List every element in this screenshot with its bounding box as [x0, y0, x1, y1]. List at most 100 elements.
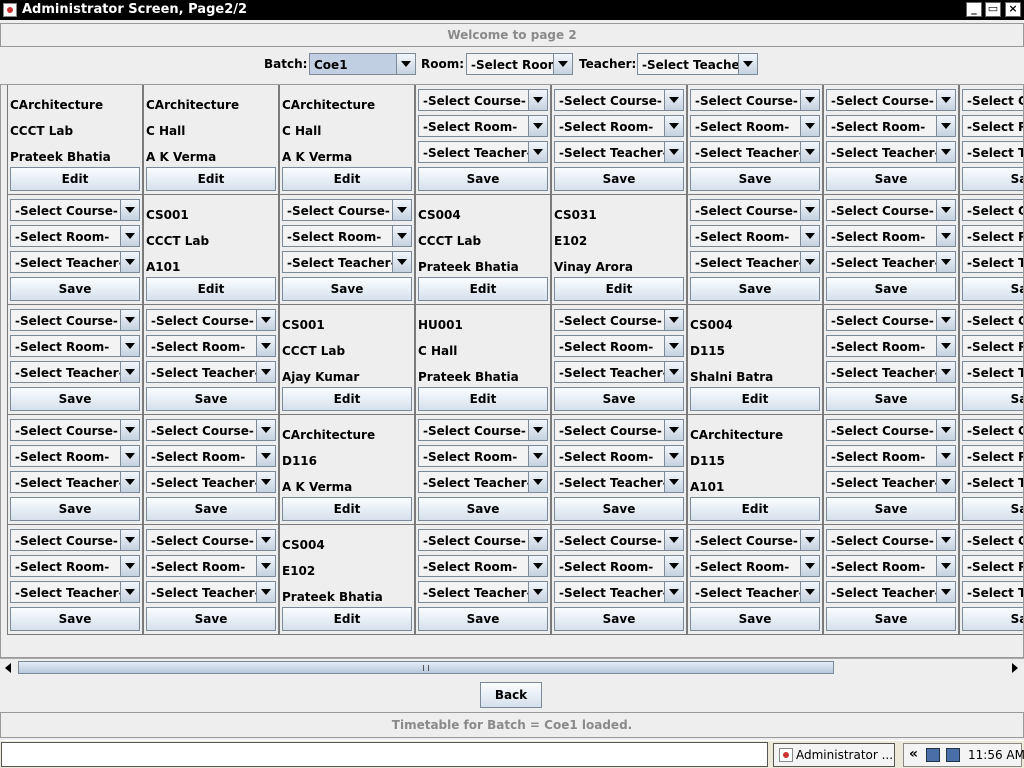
save-button[interactable]: Save [826, 387, 956, 411]
save-button[interactable]: Save [962, 607, 1023, 631]
edit-button[interactable]: Edit [282, 607, 412, 631]
room-combo[interactable]: -Select Room- [146, 555, 276, 577]
edit-button[interactable]: Edit [282, 167, 412, 191]
save-button[interactable]: Save [962, 497, 1023, 521]
chevron-down-icon[interactable] [528, 582, 547, 602]
course-combo[interactable]: -Select Course- [826, 419, 956, 441]
save-button[interactable]: Save [826, 497, 956, 521]
tray-expand-chevron[interactable]: « [909, 746, 918, 762]
course-combo[interactable]: -Select Course- [554, 89, 684, 111]
chevron-down-icon[interactable] [120, 472, 139, 492]
chevron-down-icon[interactable] [120, 582, 139, 602]
room-combo[interactable]: -Select Room- [282, 225, 412, 247]
chevron-down-icon[interactable] [800, 142, 819, 162]
teacher-combo[interactable]: -Select Teacher- [826, 581, 956, 603]
minimize-button[interactable]: _ [966, 2, 982, 17]
chevron-down-icon[interactable] [664, 90, 683, 110]
teacher-filter-combo[interactable]: -Select Teacher- [637, 53, 758, 75]
save-button[interactable]: Save [690, 607, 820, 631]
chevron-down-icon[interactable] [800, 226, 819, 246]
room-combo[interactable]: -Select Room- [418, 115, 548, 137]
room-combo[interactable]: -Select Room- [554, 555, 684, 577]
room-combo[interactable]: -Select Room- [10, 555, 140, 577]
close-button[interactable]: × [1005, 2, 1021, 17]
save-button[interactable]: Save [826, 167, 956, 191]
edit-button[interactable]: Edit [282, 387, 412, 411]
save-button[interactable]: Save [418, 497, 548, 521]
room-combo[interactable]: -Select Room- [554, 335, 684, 357]
chevron-down-icon[interactable] [392, 252, 411, 272]
course-combo[interactable]: -Select Course- [826, 199, 956, 221]
chevron-down-icon[interactable] [256, 556, 275, 576]
course-combo[interactable]: -Select Course- [962, 529, 1023, 551]
chevron-down-icon[interactable] [664, 362, 683, 382]
room-combo[interactable]: -Select Room- [826, 225, 956, 247]
save-button[interactable]: Save [554, 607, 684, 631]
edit-button[interactable]: Edit [418, 277, 548, 301]
room-combo[interactable]: -Select Room- [146, 335, 276, 357]
chevron-down-icon[interactable] [528, 472, 547, 492]
teacher-combo[interactable]: -Select Teacher- [962, 581, 1023, 603]
chevron-down-icon[interactable] [120, 336, 139, 356]
chevron-down-icon[interactable] [120, 226, 139, 246]
course-combo[interactable]: -Select Course- [826, 89, 956, 111]
chevron-down-icon[interactable] [120, 200, 139, 220]
save-button[interactable]: Save [10, 277, 140, 301]
chevron-down-icon[interactable] [120, 530, 139, 550]
room-filter-combo[interactable]: -Select Room- [466, 53, 573, 75]
chevron-down-icon[interactable] [528, 116, 547, 136]
save-button[interactable]: Save [418, 607, 548, 631]
chevron-down-icon[interactable] [256, 336, 275, 356]
chevron-down-icon[interactable] [738, 54, 757, 74]
scroll-right-arrow-icon[interactable] [1008, 661, 1022, 674]
chevron-down-icon[interactable] [664, 420, 683, 440]
save-button[interactable]: Save [282, 277, 412, 301]
chevron-down-icon[interactable] [664, 310, 683, 330]
course-combo[interactable]: -Select Course- [10, 419, 140, 441]
room-combo[interactable]: -Select Room- [10, 335, 140, 357]
course-combo[interactable]: -Select Course- [826, 529, 956, 551]
save-button[interactable]: Save [418, 167, 548, 191]
chevron-down-icon[interactable] [256, 582, 275, 602]
chevron-down-icon[interactable] [936, 252, 955, 272]
chevron-down-icon[interactable] [553, 54, 572, 74]
teacher-combo[interactable]: -Select Teacher- [554, 471, 684, 493]
chevron-down-icon[interactable] [528, 142, 547, 162]
chevron-down-icon[interactable] [528, 446, 547, 466]
room-combo[interactable]: -Select Room- [690, 115, 820, 137]
course-combo[interactable]: -Select Course- [554, 309, 684, 331]
edit-button[interactable]: Edit [690, 497, 820, 521]
chevron-down-icon[interactable] [664, 530, 683, 550]
teacher-combo[interactable]: -Select Teacher- [418, 141, 548, 163]
chevron-down-icon[interactable] [664, 472, 683, 492]
chevron-down-icon[interactable] [936, 200, 955, 220]
course-combo[interactable]: -Select Course- [282, 199, 412, 221]
teacher-combo[interactable]: -Select Teacher- [690, 251, 820, 273]
chevron-down-icon[interactable] [392, 226, 411, 246]
save-button[interactable]: Save [826, 607, 956, 631]
course-combo[interactable]: -Select Course- [418, 419, 548, 441]
course-combo[interactable]: -Select Course- [962, 309, 1023, 331]
chevron-down-icon[interactable] [396, 54, 415, 74]
teacher-combo[interactable]: -Select Teacher- [10, 251, 140, 273]
teacher-combo[interactable]: -Select Teacher- [10, 581, 140, 603]
course-combo[interactable]: -Select Course- [10, 199, 140, 221]
taskbar-address-field[interactable] [1, 742, 768, 767]
room-combo[interactable]: -Select Room- [962, 115, 1023, 137]
chevron-down-icon[interactable] [800, 200, 819, 220]
chevron-down-icon[interactable] [120, 362, 139, 382]
course-combo[interactable]: -Select Course- [10, 309, 140, 331]
chevron-down-icon[interactable] [120, 556, 139, 576]
chevron-down-icon[interactable] [256, 472, 275, 492]
room-combo[interactable]: -Select Room- [690, 555, 820, 577]
chevron-down-icon[interactable] [936, 226, 955, 246]
course-combo[interactable]: -Select Course- [826, 309, 956, 331]
teacher-combo[interactable]: -Select Teacher- [418, 581, 548, 603]
chevron-down-icon[interactable] [936, 142, 955, 162]
chevron-down-icon[interactable] [256, 310, 275, 330]
chevron-down-icon[interactable] [528, 90, 547, 110]
course-combo[interactable]: -Select Course- [554, 529, 684, 551]
chevron-down-icon[interactable] [120, 310, 139, 330]
back-button[interactable]: Back [480, 682, 542, 708]
chevron-down-icon[interactable] [936, 582, 955, 602]
